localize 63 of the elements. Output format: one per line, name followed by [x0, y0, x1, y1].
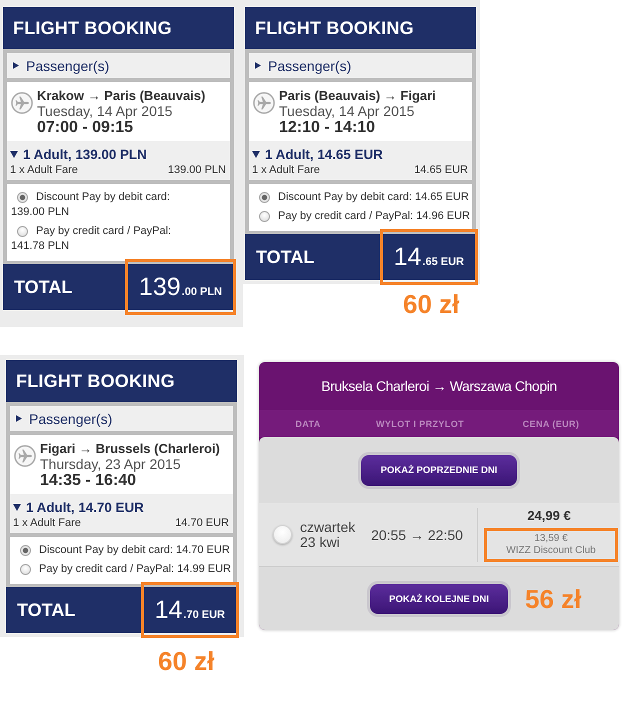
payment-option-text: Pay by credit card / PayPal: 14.96 EUR: [278, 209, 470, 224]
fare-line-amount: 14.70 EUR: [175, 516, 229, 530]
passengers-toggle[interactable]: Passenger(s): [249, 53, 472, 78]
flight-date: czwartek 23 kwi: [300, 520, 356, 550]
route-text: Paris (Beauvais) → Figari: [279, 88, 436, 103]
payment-option-text: Pay by credit card / PayPal: 14.99 EUR: [39, 562, 231, 577]
payment-option-text: Discount Pay by debit card: 14.70 EUR: [39, 543, 230, 558]
payment-option-amount: 139.00 PLN: [11, 205, 70, 220]
time-text: 07:00 - 09:15: [37, 119, 134, 137]
price-annotation: 60 zł: [403, 290, 460, 318]
total-label: TOTAL: [17, 600, 76, 620]
column-header: WYLOT I PRZYLOT: [375, 418, 465, 428]
fare-toggle[interactable]: 1 Adult, 14.65 EUR: [252, 146, 468, 163]
radio-button[interactable]: [17, 226, 28, 237]
total-label: TOTAL: [14, 276, 72, 298]
time-text: 12:10 - 14:10: [279, 119, 376, 137]
route-header: Bruksela Charleroi → Warszawa Chopin: [320, 377, 558, 396]
booking-header: FLIGHT BOOKING: [3, 7, 234, 49]
club-price: 13,59 €: [534, 532, 568, 544]
date-text: Tuesday, 14 Apr 2015: [279, 103, 416, 119]
radio-button[interactable]: [17, 192, 28, 203]
column-header: DATA: [294, 418, 322, 428]
payment-option-text: Discount Pay by debit card: 14.65 EUR: [278, 190, 469, 205]
booking-header: FLIGHT BOOKING: [6, 360, 237, 402]
date-text: Tuesday, 14 Apr 2015: [37, 103, 174, 119]
fare-line-amount: 14.65 EUR: [414, 163, 468, 177]
payment-option-amount: 141.78 PLN: [11, 239, 70, 254]
radio-button[interactable]: [20, 564, 31, 575]
total-label: TOTAL: [256, 246, 314, 268]
price-annotation: 56 zł: [525, 585, 582, 613]
radio-button[interactable]: [273, 525, 292, 544]
route-text: Figari → Brussels (Charleroi): [40, 441, 220, 456]
airplane-icon: [253, 92, 275, 114]
price-annotation: 60 zł: [158, 647, 214, 675]
payment-option-label: Discount Pay by debit card:: [36, 190, 170, 205]
airplane-icon: [11, 92, 33, 114]
time-text: 14:35 - 16:40: [40, 472, 138, 490]
passengers-toggle[interactable]: Passenger(s): [7, 53, 230, 78]
fare-line-amount: 139.00 PLN: [168, 163, 226, 177]
radio-button[interactable]: [259, 211, 270, 222]
previous-days-button[interactable]: POKAŻ POPRZEDNIE DNI: [361, 455, 517, 486]
passengers-toggle[interactable]: Passenger(s): [10, 406, 233, 431]
total-price: 139.00 PLN: [138, 272, 222, 302]
fare-line-label: 1 x Adult Fare: [10, 163, 78, 177]
total-price: 14.70 EUR: [154, 596, 225, 624]
flight-row[interactable]: czwartek 23 kwi 20:55 → 22:50 24,99 € 13,59 € WIZZ Discount Club: [259, 503, 619, 567]
column-header: CENA (EUR): [522, 418, 580, 428]
airplane-icon: [14, 445, 36, 467]
payment-option-label: Pay by credit card / PayPal:: [36, 224, 172, 239]
fare-toggle[interactable]: 1 Adult, 139.00 PLN: [10, 146, 226, 163]
booking-header: FLIGHT BOOKING: [245, 7, 476, 49]
club-label: WIZZ Discount Club: [506, 544, 596, 556]
fare-line-label: 1 x Adult Fare: [252, 163, 320, 177]
route-text: Krakow → Paris (Beauvais): [37, 88, 206, 103]
date-text: Thursday, 23 Apr 2015: [40, 456, 182, 472]
fare-line-label: 1 x Adult Fare: [13, 516, 81, 530]
fare-toggle[interactable]: 1 Adult, 14.70 EUR: [13, 499, 229, 516]
radio-button[interactable]: [20, 545, 31, 556]
flight-times: 20:55 → 22:50: [370, 526, 464, 542]
radio-button[interactable]: [259, 192, 270, 203]
next-days-button[interactable]: POKAŻ KOLEJNE DNI: [370, 584, 508, 614]
total-price: 14.65 EUR: [394, 242, 464, 272]
flight-price: 24,99 €: [527, 508, 571, 524]
